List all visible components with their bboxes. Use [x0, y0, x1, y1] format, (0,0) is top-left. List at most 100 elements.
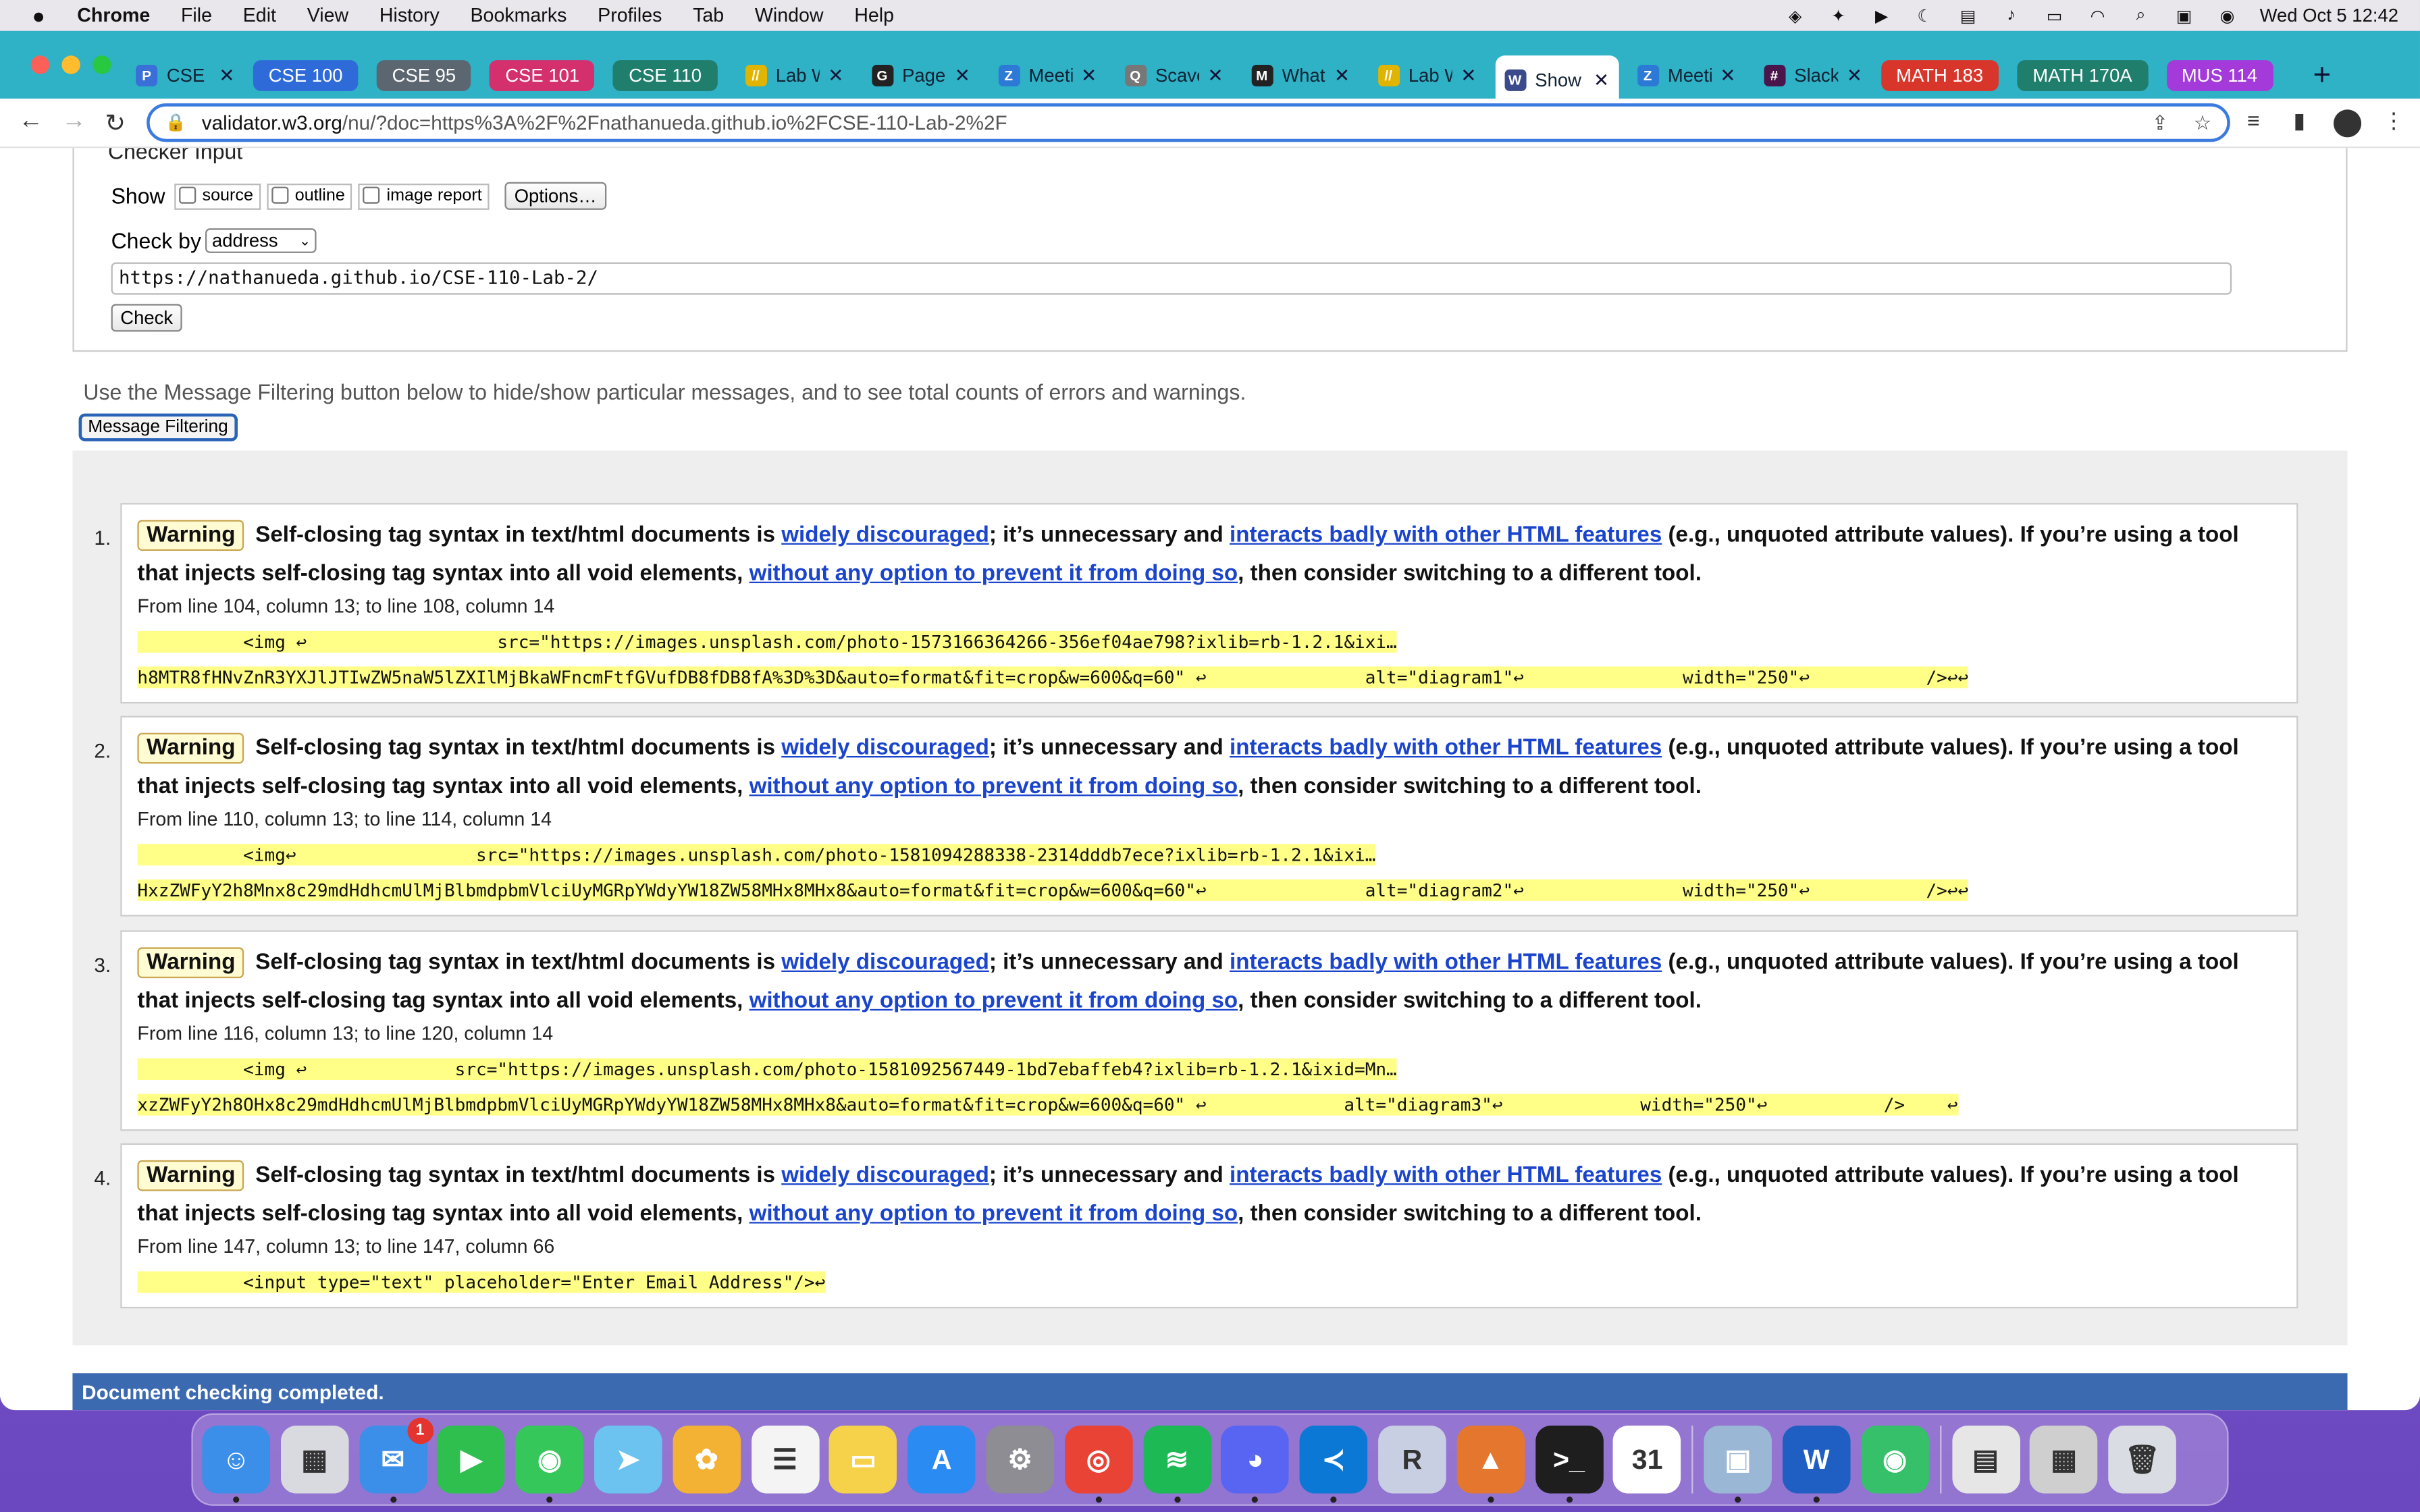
profile-avatar[interactable] — [2333, 109, 2362, 138]
tab-active[interactable]: W Show ✕ — [1494, 55, 1619, 105]
address-bar[interactable]: 🔒 validator.w3.org/nu/?doc=https%3A%2F%2… — [147, 103, 2230, 142]
check-button[interactable]: Check — [111, 304, 182, 332]
screenshot-stack-icon[interactable]: ▦ — [2030, 1425, 2099, 1494]
interacts-badly-link[interactable]: interacts badly with other HTML features — [1230, 1163, 1662, 1188]
bookmark-star-icon[interactable]: ☆ — [2194, 111, 2212, 136]
chrome-icon[interactable]: ◎ — [1064, 1425, 1133, 1503]
preview-icon[interactable]: ▣ — [1704, 1425, 1772, 1503]
menu-history[interactable]: History — [379, 5, 440, 26]
interacts-badly-link[interactable]: interacts badly with other HTML features — [1230, 523, 1662, 548]
play-icon[interactable]: ▶ — [1871, 6, 1893, 25]
tab[interactable]: Q Scave ✕ — [1115, 55, 1233, 95]
tab-group-chip[interactable]: MATH 170A — [2017, 60, 2148, 91]
check-by-select[interactable]: address ⌄ — [205, 228, 317, 253]
menu-file[interactable]: File — [181, 5, 212, 26]
reminders-icon[interactable]: ☰ — [751, 1425, 819, 1494]
tab[interactable]: G Pages ✕ — [862, 55, 980, 95]
widely-discouraged-link[interactable]: widely discouraged — [781, 1163, 989, 1188]
tab-group-chip[interactable]: CSE 100 — [253, 60, 359, 91]
battery-icon[interactable]: ▭ — [2044, 6, 2066, 25]
close-window-button[interactable] — [30, 55, 50, 74]
menu-app-name[interactable]: Chrome — [77, 5, 150, 26]
interacts-badly-link[interactable]: interacts badly with other HTML features — [1230, 736, 1662, 761]
close-tab-icon[interactable]: ✕ — [1081, 65, 1097, 86]
minimize-window-button[interactable] — [61, 55, 80, 74]
mute-icon[interactable]: ♪ — [2001, 6, 2022, 24]
tab[interactable]: # Slack ✕ — [1754, 55, 1872, 95]
widely-discouraged-link[interactable]: widely discouraged — [781, 736, 989, 761]
wifi-icon[interactable]: ◠ — [2087, 6, 2109, 25]
tab[interactable]: // Lab W ✕ — [735, 55, 853, 95]
tab[interactable]: M What ✕ — [1242, 55, 1359, 95]
terminal-icon[interactable]: >_ — [1535, 1425, 1603, 1503]
tab-group-chip[interactable]: MUS 114 — [2165, 60, 2273, 91]
trash-icon[interactable]: 🗑 — [2108, 1425, 2177, 1494]
outline-option[interactable]: outline — [267, 182, 353, 209]
vscode-icon[interactable]: ≺ — [1299, 1425, 1368, 1503]
keyboard-icon[interactable]: ▤ — [1957, 6, 1979, 25]
image-report-option[interactable]: image report — [359, 182, 490, 209]
source-option[interactable]: source — [174, 182, 261, 209]
messages-icon[interactable]: ◉ — [515, 1425, 584, 1503]
options-button[interactable]: Options… — [504, 182, 606, 210]
close-tab-icon[interactable]: ✕ — [1594, 70, 1609, 91]
clock[interactable]: Wed Oct 5 12:42 — [2260, 5, 2398, 26]
tab[interactable]: // Lab W ✕ — [1368, 55, 1485, 95]
menu-bookmarks[interactable]: Bookmarks — [470, 5, 567, 26]
control-center-icon[interactable]: ▣ — [2174, 6, 2195, 25]
document-address-input[interactable]: https://nathanueda.github.io/CSE-110-Lab… — [111, 262, 2232, 295]
spotify-icon[interactable]: ≋ — [1142, 1425, 1211, 1503]
reading-list-icon[interactable]: ≡ — [2247, 108, 2260, 133]
tab[interactable]: P CSE 1 ✕ — [126, 55, 244, 95]
close-tab-icon[interactable]: ✕ — [1720, 65, 1735, 86]
tab-group-chip[interactable]: CSE 101 — [490, 60, 595, 91]
documents-stack-icon[interactable]: ▤ — [1951, 1425, 2020, 1494]
menu-edit[interactable]: Edit — [243, 5, 276, 26]
more-menu-icon[interactable]: ⋮ — [2383, 108, 2404, 134]
photos-icon[interactable]: ✿ — [673, 1425, 741, 1494]
find-my-icon[interactable]: ◉ — [1860, 1425, 1929, 1494]
siri-icon[interactable]: ◉ — [2217, 6, 2238, 25]
mail-icon[interactable]: ✉ 1 — [359, 1418, 433, 1503]
menu-view[interactable]: View — [307, 5, 348, 26]
r-icon[interactable]: R — [1378, 1425, 1446, 1494]
lock-icon[interactable]: 🔒 — [165, 113, 186, 132]
app-store-icon[interactable]: A — [908, 1425, 976, 1494]
menu-tab[interactable]: Tab — [693, 5, 724, 26]
pin-icon[interactable]: ✦ — [1828, 6, 1849, 25]
system-preferences-icon[interactable]: ⚙ — [986, 1425, 1055, 1494]
forward-arrow-icon[interactable]: → — [61, 108, 86, 136]
share-icon[interactable]: ⇪ — [2151, 111, 2168, 136]
menu-profiles[interactable]: Profiles — [598, 5, 662, 26]
without-option-link[interactable]: without any option to prevent it from do… — [749, 774, 1238, 799]
interacts-badly-link[interactable]: interacts badly with other HTML features — [1230, 950, 1662, 975]
moon-icon[interactable]: ☾ — [1914, 6, 1936, 25]
tab[interactable]: Z Meeti ✕ — [989, 55, 1106, 95]
without-option-link[interactable]: without any option to prevent it from do… — [749, 1202, 1238, 1227]
discord-icon[interactable]: ◕ — [1221, 1425, 1290, 1503]
maps-icon[interactable]: ➤ — [594, 1425, 662, 1494]
tab-group-chip[interactable]: MATH 183 — [1880, 60, 1999, 91]
box-icon[interactable]: ◈ — [1785, 6, 1806, 25]
tab-group-chip[interactable]: CSE 110 — [613, 60, 717, 91]
apple-menu-icon[interactable]: ● — [28, 3, 49, 28]
matlab-icon[interactable]: ▲ — [1456, 1425, 1525, 1503]
close-tab-icon[interactable]: ✕ — [1334, 65, 1350, 86]
new-tab-button[interactable]: + — [2313, 58, 2331, 94]
close-tab-icon[interactable]: ✕ — [955, 65, 970, 86]
widely-discouraged-link[interactable]: widely discouraged — [781, 950, 989, 975]
close-tab-icon[interactable]: ✕ — [1208, 65, 1224, 86]
message-filtering-button[interactable]: Message Filtering — [78, 413, 238, 441]
tab-group-chip[interactable]: CSE 95 — [376, 60, 472, 91]
close-tab-icon[interactable]: ✕ — [1461, 65, 1476, 86]
menu-window[interactable]: Window — [755, 5, 824, 26]
close-tab-icon[interactable]: ✕ — [828, 65, 843, 86]
outline-checkbox[interactable] — [271, 186, 289, 204]
side-panel-icon[interactable]: ▮ — [2294, 108, 2306, 134]
facetime-icon[interactable]: ▶ — [437, 1425, 506, 1494]
zoom-window-button[interactable] — [93, 55, 111, 74]
image-report-checkbox[interactable] — [363, 186, 381, 204]
word-icon[interactable]: W — [1782, 1425, 1851, 1503]
without-option-link[interactable]: without any option to prevent it from do… — [749, 562, 1238, 587]
menu-help[interactable]: Help — [854, 5, 894, 26]
